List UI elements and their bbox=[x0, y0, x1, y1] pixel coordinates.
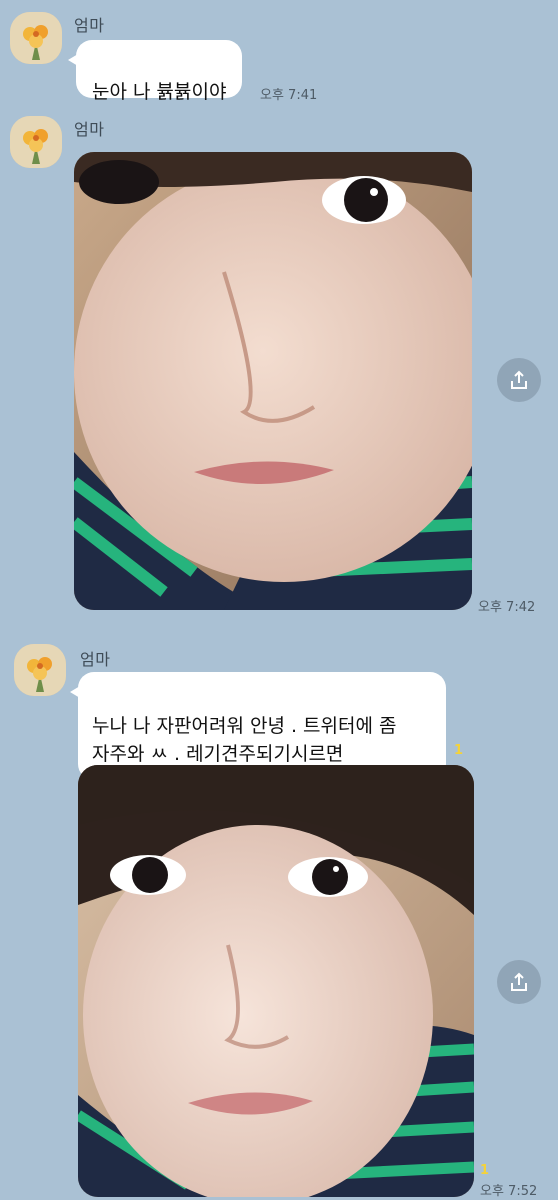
selfie-photo bbox=[78, 765, 474, 1197]
message-bubble[interactable]: 누나 나 자판어려워 안녕 . 트위터에 좀 자주와 ㅆ . 레기견주되기시르면 bbox=[70, 672, 446, 780]
sender-name: 엄마 bbox=[74, 120, 105, 139]
message-timestamp: 오후 7:42 bbox=[478, 600, 536, 615]
share-button[interactable] bbox=[497, 960, 541, 1004]
flower-bouquet-icon bbox=[10, 12, 62, 64]
message-text: 눈아 나 뷹뷹이야 bbox=[92, 81, 227, 103]
unread-count: 1 bbox=[454, 743, 464, 758]
share-button[interactable] bbox=[497, 358, 541, 402]
message-text: 누나 나 자판어려워 안녕 . 트위터에 좀 자주와 ㅆ . 레기견주되기시르면 bbox=[92, 715, 397, 765]
photo-message[interactable] bbox=[78, 765, 474, 1197]
unread-count: 1 bbox=[480, 1163, 490, 1178]
selfie-photo bbox=[74, 152, 472, 610]
sender-avatar[interactable] bbox=[10, 116, 62, 168]
sender-name: 엄마 bbox=[74, 16, 105, 35]
share-upload-icon bbox=[511, 972, 527, 991]
share-upload-icon bbox=[511, 370, 527, 389]
message-timestamp: 오후 7:41 bbox=[260, 88, 318, 103]
sender-name: 엄마 bbox=[80, 650, 111, 669]
photo-message[interactable] bbox=[74, 152, 472, 610]
flower-bouquet-icon bbox=[14, 644, 66, 696]
sender-avatar[interactable] bbox=[14, 644, 66, 696]
message-timestamp: 오후 7:52 bbox=[480, 1184, 538, 1199]
sender-avatar[interactable] bbox=[10, 12, 62, 64]
flower-bouquet-icon bbox=[10, 116, 62, 168]
message-bubble[interactable]: 눈아 나 뷹뷹이야 bbox=[67, 40, 243, 103]
